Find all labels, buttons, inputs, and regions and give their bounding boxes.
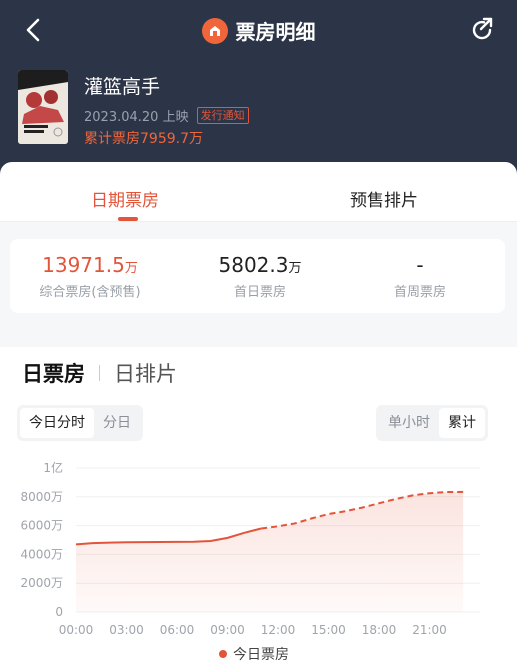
share-icon[interactable] xyxy=(468,16,496,44)
tab-presale-schedule[interactable]: 预售排片 xyxy=(350,186,418,211)
section-tab-daily-schedule[interactable]: 日排片 xyxy=(114,358,177,388)
y-tick-label: 8000万 xyxy=(20,490,63,504)
release-row: 2023.04.20 上映 发行通知 xyxy=(84,106,249,125)
segment-by-day[interactable]: 分日 xyxy=(94,408,140,438)
x-tick-label: 21:00 xyxy=(412,623,447,637)
release-date: 2023.04.20 上映 xyxy=(84,110,189,125)
legend-label: 今日票房 xyxy=(233,647,289,663)
x-tick-label: 03:00 xyxy=(109,623,144,637)
title-group: 票房明细 xyxy=(0,16,517,45)
content-card: 日期票房 预售排片 13971.5万 综合票房(含预售) 5802.3万 首日票… xyxy=(0,162,517,670)
box-office-chart: 0 2000万 4000万 6000万 8000万 1亿 00:00 03:00 06:00 09… xyxy=(20,460,480,637)
stat-total-label: 综合票房(含预售) xyxy=(39,285,141,300)
x-tick-label: 15:00 xyxy=(311,623,346,637)
movie-poster[interactable] xyxy=(18,70,68,144)
time-mode-segment: 今日分时 分日 xyxy=(17,405,143,441)
segment-cumulative[interactable]: 累计 xyxy=(439,408,485,438)
top-bar: 票房明细 xyxy=(0,0,517,60)
header: 票房明细 灌篮高手 2023.04.20 上映 发行通知 累计票房7959.7万 xyxy=(0,0,517,175)
x-tick-label: 00:00 xyxy=(59,623,94,637)
legend-dot xyxy=(219,650,227,658)
x-tick-label: 09:00 xyxy=(210,623,245,637)
y-tick-label: 1亿 xyxy=(43,460,63,475)
movie-name: 灌篮高手 xyxy=(84,76,161,98)
section-divider xyxy=(99,365,100,381)
stat-total: 13971.5万 综合票房(含预售) xyxy=(10,253,170,300)
y-tick-label: 2000万 xyxy=(20,576,63,590)
stats-card: 13971.5万 综合票房(含预售) 5802.3万 首日票房 - 首周票房 xyxy=(10,239,505,313)
stat-first-day-value: 5802.3 xyxy=(218,253,289,277)
cumulative-box-office: 累计票房7959.7万 xyxy=(84,131,203,147)
stat-first-day-unit: 万 xyxy=(288,261,302,276)
y-tick-label: 0 xyxy=(55,605,63,619)
x-tick-label: 12:00 xyxy=(261,623,296,637)
segment-today-timeline[interactable]: 今日分时 xyxy=(20,408,94,438)
stat-first-week-label: 首周票房 xyxy=(393,285,446,300)
tab-indicator xyxy=(118,217,138,221)
section-tabs: 日票房 日排片 xyxy=(22,358,177,388)
section-tab-daily-box-office[interactable]: 日票房 xyxy=(22,358,85,388)
page-title: 票房明细 xyxy=(235,20,316,44)
x-tick-label: 18:00 xyxy=(362,623,397,637)
stat-first-week: - 首周票房 xyxy=(340,253,500,300)
app-logo-icon xyxy=(201,17,228,44)
stat-total-value: 13971.5 xyxy=(42,253,125,277)
tab-daily-box-office[interactable]: 日期票房 xyxy=(91,186,159,211)
y-tick-label: 6000万 xyxy=(20,519,63,533)
stat-first-day: 5802.3万 首日票房 xyxy=(180,253,340,300)
segment-hourly[interactable]: 单小时 xyxy=(379,408,439,438)
stat-first-day-label: 首日票房 xyxy=(233,285,286,300)
release-notice-tag[interactable]: 发行通知 xyxy=(196,107,249,124)
stat-first-week-value: - xyxy=(416,253,424,277)
aggregate-mode-segment: 单小时 累计 xyxy=(376,405,488,441)
chart-legend: 今日票房 xyxy=(219,644,289,664)
stat-total-unit: 万 xyxy=(124,261,138,276)
y-tick-label: 4000万 xyxy=(20,547,63,561)
tab-bar: 日期票房 预售排片 xyxy=(0,162,517,222)
series-area xyxy=(76,491,464,612)
x-tick-label: 06:00 xyxy=(160,623,195,637)
